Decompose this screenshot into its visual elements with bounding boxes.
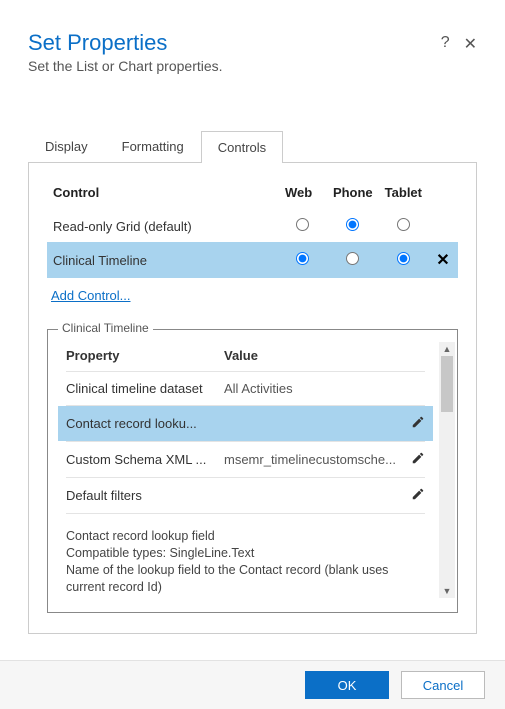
property-description: Contact record lookup field Compatible t…: [58, 514, 433, 598]
col-phone: Phone: [327, 181, 379, 210]
scroll-down-icon[interactable]: ▼: [439, 584, 455, 598]
property-name: Clinical timeline dataset: [66, 381, 224, 396]
radio-web-clinical[interactable]: [296, 252, 309, 265]
tab-formatting[interactable]: Formatting: [105, 130, 201, 162]
property-value: msemr_timelinecustomsche...: [224, 452, 403, 467]
fieldset-legend: Clinical Timeline: [58, 321, 153, 335]
remove-control-icon[interactable]: ✕: [436, 252, 449, 269]
tab-controls[interactable]: Controls: [201, 131, 283, 163]
desc-line2: Compatible types: SingleLine.Text: [66, 545, 425, 562]
col-value: Value: [224, 348, 258, 363]
control-table: Control Web Phone Tablet Read-only Grid …: [47, 181, 458, 278]
property-row-dataset[interactable]: Clinical timeline dataset All Activities: [58, 372, 433, 405]
radio-tablet-readonly[interactable]: [397, 218, 410, 231]
close-icon[interactable]: ✕: [464, 34, 477, 54]
add-control-link[interactable]: Add Control...: [51, 288, 131, 303]
edit-icon[interactable]: [403, 487, 425, 504]
tab-bar: Display Formatting Controls: [28, 130, 477, 163]
clinical-timeline-fieldset: Clinical Timeline Property Value Clinica…: [47, 329, 458, 613]
dialog-footer: OK Cancel: [0, 660, 505, 709]
cancel-button[interactable]: Cancel: [401, 671, 485, 699]
property-value: All Activities: [224, 381, 403, 396]
property-name: Custom Schema XML ...: [66, 452, 224, 467]
property-row-custom-schema[interactable]: Custom Schema XML ... msemr_timelinecust…: [58, 442, 433, 477]
controls-panel: Control Web Phone Tablet Read-only Grid …: [28, 163, 477, 634]
tab-display[interactable]: Display: [28, 130, 105, 162]
dialog-subtitle: Set the List or Chart properties.: [28, 58, 223, 74]
col-control: Control: [47, 181, 279, 210]
radio-phone-readonly[interactable]: [346, 218, 359, 231]
help-icon[interactable]: ?: [441, 34, 450, 54]
desc-line3: Name of the lookup field to the Contact …: [66, 562, 425, 596]
edit-icon[interactable]: [403, 415, 425, 432]
control-row-readonly-grid[interactable]: Read-only Grid (default): [47, 210, 458, 242]
col-property: Property: [66, 348, 224, 363]
dialog-title: Set Properties: [28, 30, 223, 56]
scrollbar[interactable]: ▲ ▼: [439, 342, 455, 598]
scroll-thumb[interactable]: [441, 356, 453, 412]
property-name: Contact record looku...: [66, 416, 224, 431]
col-web: Web: [279, 181, 327, 210]
property-row-default-filters[interactable]: Default filters: [58, 478, 433, 513]
radio-tablet-clinical[interactable]: [397, 252, 410, 265]
edit-icon[interactable]: [403, 451, 425, 468]
property-name: Default filters: [66, 488, 224, 503]
col-tablet: Tablet: [379, 181, 428, 210]
control-name: Clinical Timeline: [47, 242, 279, 278]
scroll-up-icon[interactable]: ▲: [439, 342, 455, 356]
control-name: Read-only Grid (default): [47, 210, 279, 242]
property-row-contact-lookup[interactable]: Contact record looku...: [58, 406, 433, 441]
ok-button[interactable]: OK: [305, 671, 389, 699]
radio-web-readonly[interactable]: [296, 218, 309, 231]
radio-phone-clinical[interactable]: [346, 252, 359, 265]
desc-line1: Contact record lookup field: [66, 528, 425, 545]
control-row-clinical-timeline[interactable]: Clinical Timeline ✕: [47, 242, 458, 278]
